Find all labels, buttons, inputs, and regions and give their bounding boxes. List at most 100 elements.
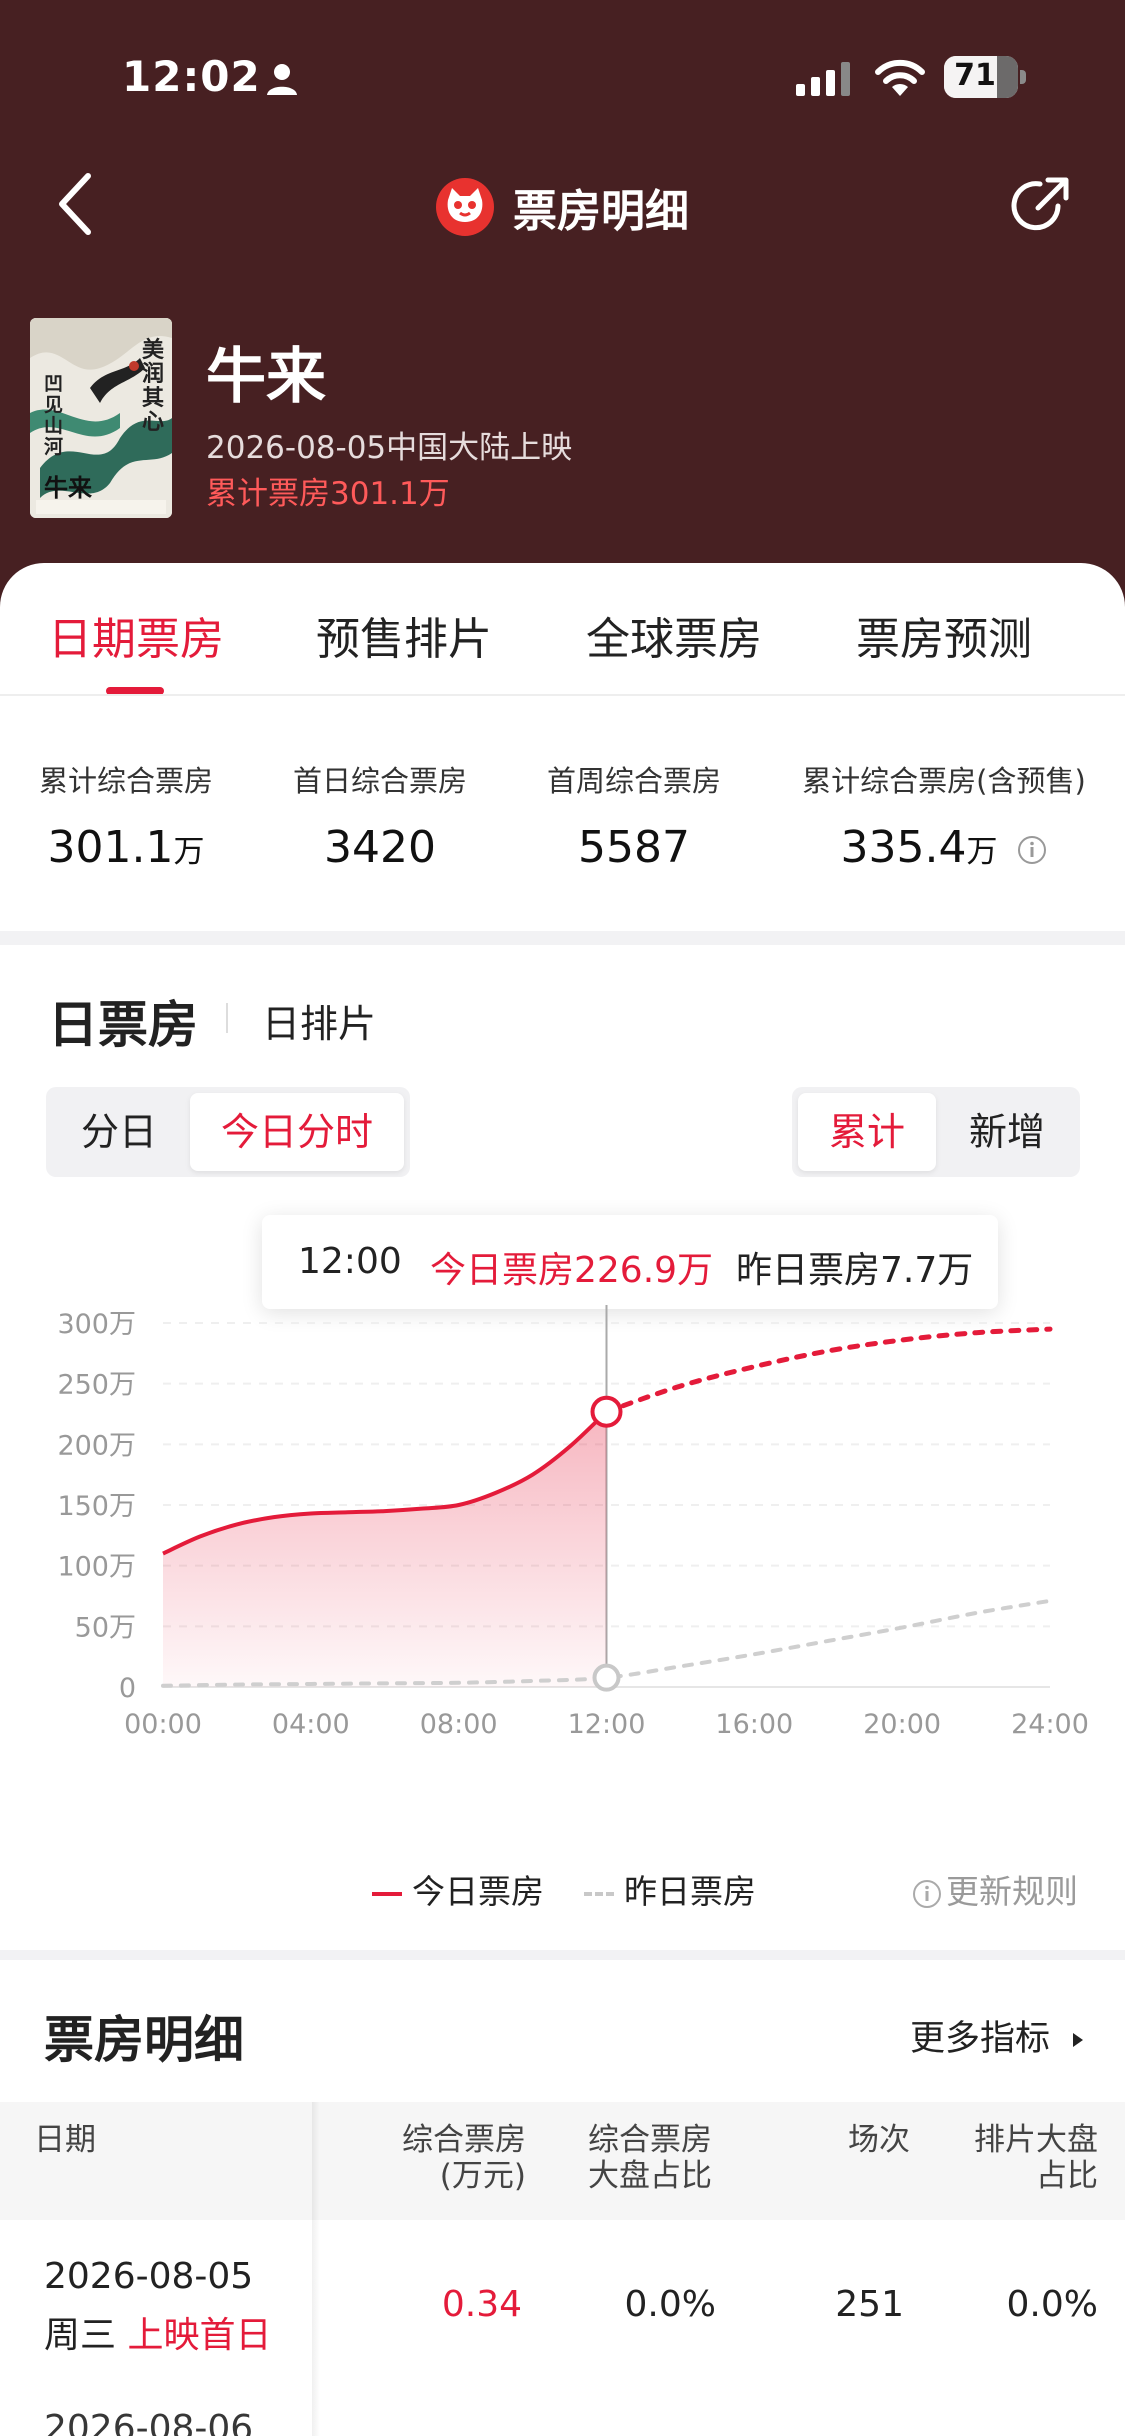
info-icon bbox=[913, 1879, 941, 1908]
tab-bar: 日期票房 预售排片 全球票房 票房预测 bbox=[0, 603, 1125, 683]
summary-card: 日期票房 预售排片 全球票房 票房预测 累计综合票房 301.1万 首日综合票房… bbox=[0, 563, 1125, 931]
row-market-share: 0.0% bbox=[624, 2284, 716, 2325]
point-today-cursor bbox=[590, 1395, 623, 1428]
tooltip-time: 12:00 bbox=[298, 1241, 402, 1282]
header-schedule-share[interactable]: 排片大盘 占比 bbox=[950, 2122, 1098, 2194]
y-tick-label: 250万 bbox=[57, 1370, 136, 1401]
chart-section-title: 日票房 bbox=[48, 996, 198, 1054]
poster-title-vertical-2: 凹见山河 bbox=[44, 373, 64, 458]
rules-label: 更新规则 bbox=[946, 1872, 1078, 1911]
total-box-office: 累计票房301.1万 bbox=[206, 476, 450, 512]
movie-name: 牛来 bbox=[206, 342, 326, 412]
box-office-detail-card: 票房明细 更多指标 日期 综合票房 (万元) 综合票房 大盘占比 场次 排片大盘 占比… bbox=[0, 1960, 1125, 2436]
stat-label: 累计综合票房(含预售) bbox=[802, 764, 1086, 798]
stat-label: 首日综合票房 bbox=[292, 764, 467, 798]
series-line-today-projection bbox=[604, 1326, 1053, 1415]
battery-percent: 71 bbox=[954, 58, 996, 93]
tab-daily-box-office[interactable]: 日期票房 bbox=[48, 603, 224, 667]
row-shows: 251 bbox=[835, 2284, 904, 2325]
option-today-hourly[interactable]: 今日分时 bbox=[190, 1093, 404, 1171]
table-header: 日期 综合票房 (万元) 综合票房 大盘占比 场次 排片大盘 占比 bbox=[0, 2102, 1125, 2220]
option-cumulative[interactable]: 累计 bbox=[798, 1093, 936, 1171]
legend-label: 昨日票房 bbox=[624, 1872, 756, 1911]
tooltip-yesterday: 昨日票房7.7万 bbox=[736, 1250, 974, 1291]
tab-global-box-office[interactable]: 全球票房 bbox=[586, 603, 762, 667]
movie-info: 美润其心 凹见山河 牛来 牛来 2026-08-05中国大陆上映 累计票房301… bbox=[30, 318, 1090, 518]
y-tick-label: 200万 bbox=[57, 1430, 136, 1461]
row-date: 2026-08-05 bbox=[44, 2256, 254, 2297]
more-label: 更多指标 bbox=[910, 2019, 1051, 2059]
stat-first-week: 首周综合票房 5587 bbox=[544, 758, 724, 873]
legend-swatch bbox=[584, 1891, 614, 1896]
person-icon bbox=[267, 64, 297, 95]
x-tick-label: 16:00 bbox=[715, 1709, 793, 1740]
daily-box-office-card: 日票房 日排片 分日 今日分时 累计 新增 12:00 今日票房226.9万 昨… bbox=[0, 945, 1125, 1950]
chart-tooltip: 12:00 今日票房226.9万 昨日票房7.7万 bbox=[262, 1215, 998, 1309]
stat-cumulative: 累计综合票房 301.1万 bbox=[36, 758, 216, 873]
stat-value: 3420 bbox=[324, 822, 436, 873]
header-market-share[interactable]: 综合票房 大盘占比 bbox=[588, 2122, 728, 2194]
granularity-toggle: 分日 今日分时 bbox=[46, 1087, 410, 1177]
x-tick-label: 00:00 bbox=[124, 1709, 202, 1740]
stat-label: 首周综合票房 bbox=[546, 764, 721, 798]
wifi-icon bbox=[875, 59, 925, 96]
divider bbox=[226, 1003, 228, 1033]
share-icon[interactable] bbox=[1008, 172, 1074, 238]
stat-cumulative-presale: 累计综合票房(含预售) 335.4万 bbox=[798, 758, 1090, 873]
tooltip-today: 今日票房226.9万 bbox=[430, 1250, 714, 1291]
row-weekday: 周三 上映首日 bbox=[44, 2315, 272, 2356]
release-date: 2026-08-05中国大陆上映 bbox=[206, 430, 573, 466]
detail-title: 票房明细 bbox=[44, 2011, 244, 2069]
y-tick-label: 100万 bbox=[57, 1552, 136, 1583]
battery-tip bbox=[1020, 70, 1026, 84]
next-row-date[interactable]: 2026-08-06 bbox=[44, 2408, 253, 2436]
y-tick-label: 50万 bbox=[75, 1612, 136, 1643]
x-tick-label: 12:00 bbox=[568, 1709, 646, 1740]
signal-icon bbox=[796, 62, 850, 96]
divider bbox=[0, 694, 1125, 696]
y-tick-label: 300万 bbox=[57, 1309, 136, 1340]
tab-forecast[interactable]: 票房预测 bbox=[856, 603, 1032, 667]
x-tick-label: 24:00 bbox=[1011, 1709, 1089, 1740]
series-area-today bbox=[163, 1411, 607, 1687]
poster-logo-text: 牛来 bbox=[44, 473, 92, 502]
legend-today: 今日票房 bbox=[372, 1865, 544, 1913]
table-row[interactable]: 2026-08-05 周三 上映首日 0.34 0.0% 251 0.0% bbox=[0, 2220, 1125, 2400]
info-icon[interactable] bbox=[1017, 835, 1047, 865]
poster-title-vertical-1: 美润其心 bbox=[142, 337, 165, 435]
nav-bar: 票房明细 bbox=[0, 160, 1125, 250]
cat-logo-icon bbox=[435, 178, 494, 236]
more-metrics-button[interactable]: 更多指标 bbox=[910, 2010, 1087, 2061]
option-by-day[interactable]: 分日 bbox=[52, 1093, 186, 1171]
stat-label: 累计综合票房 bbox=[38, 764, 213, 798]
status-bar: 12:02 71 bbox=[0, 52, 1125, 112]
status-time: 12:02 bbox=[122, 52, 261, 101]
battery-indicator: 71 bbox=[944, 56, 1026, 98]
option-increment[interactable]: 新增 bbox=[940, 1093, 1074, 1171]
box-office-line-chart[interactable]: 0 50万 100万 150万 200万 250万 300万 00:00 04:00 08:00… bbox=[0, 1305, 1125, 1785]
stat-first-day: 首日综合票房 3420 bbox=[290, 758, 470, 873]
mode-toggle: 累计 新增 bbox=[792, 1087, 1080, 1177]
row-box-office: 0.34 bbox=[441, 2284, 522, 2325]
y-tick-label: 0 bbox=[119, 1673, 136, 1704]
x-tick-label: 04:00 bbox=[272, 1709, 350, 1740]
header-date: 日期 bbox=[34, 2122, 96, 2158]
update-rules-link[interactable]: 更新规则 bbox=[912, 1865, 1078, 1913]
stat-value: 5587 bbox=[578, 822, 690, 873]
x-tick-label: 20:00 bbox=[863, 1709, 941, 1740]
row-schedule-share: 0.0% bbox=[1006, 2284, 1098, 2325]
header-box-office[interactable]: 综合票房 (万元) bbox=[340, 2122, 526, 2194]
legend-swatch bbox=[372, 1891, 402, 1896]
tab-presale-schedule[interactable]: 预售排片 bbox=[316, 603, 492, 667]
header-shows[interactable]: 场次 bbox=[800, 2122, 910, 2158]
movie-poster[interactable]: 美润其心 凹见山河 牛来 bbox=[30, 318, 172, 518]
y-tick-label: 150万 bbox=[57, 1491, 136, 1522]
daily-schedule-link[interactable]: 日排片 bbox=[262, 993, 376, 1048]
legend-yesterday: 昨日票房 bbox=[584, 1865, 756, 1913]
row-tag: 上映首日 bbox=[127, 2315, 272, 2356]
stat-value: 335.4万 bbox=[798, 822, 1090, 873]
legend-label: 今日票房 bbox=[412, 1872, 544, 1911]
stat-value: 301.1万 bbox=[47, 822, 205, 873]
page-title: 票房明细 bbox=[513, 186, 690, 237]
x-tick-label: 08:00 bbox=[420, 1709, 498, 1740]
